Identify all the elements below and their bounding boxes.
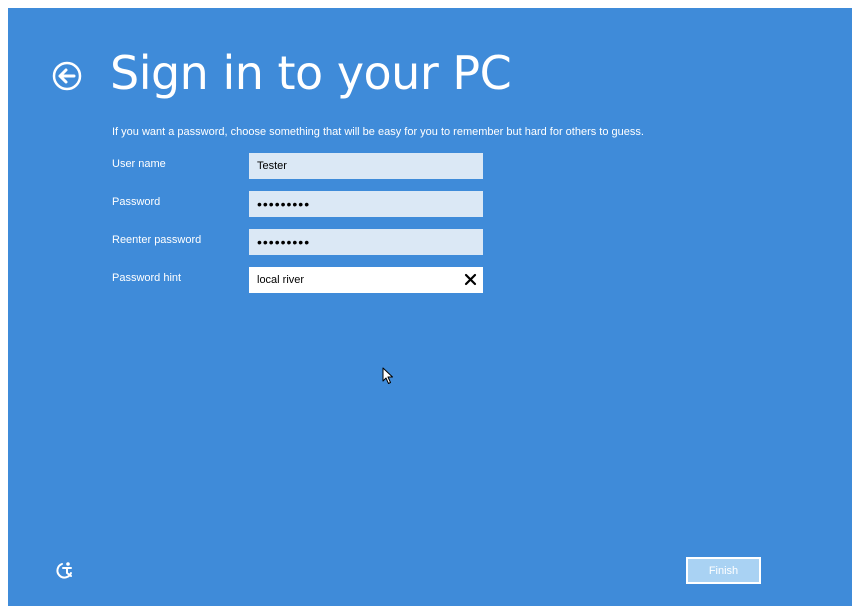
close-icon	[464, 273, 477, 286]
instruction-text: If you want a password, choose something…	[112, 126, 644, 138]
clear-button[interactable]	[460, 267, 482, 293]
password-field[interactable]: •••••••••	[249, 191, 483, 217]
setup-screen: Sign in to your PC If you want a passwor…	[8, 8, 852, 606]
password-hint-label: Password hint	[112, 272, 182, 284]
back-arrow-icon	[52, 61, 82, 91]
reenter-password-label: Reenter password	[112, 234, 202, 246]
ease-of-access-icon	[56, 562, 72, 579]
back-button[interactable]	[51, 60, 83, 92]
page-title: Sign in to your PC	[110, 46, 512, 100]
reenter-password-field[interactable]: •••••••••	[249, 229, 483, 255]
username-field[interactable]: Tester	[249, 153, 483, 179]
username-label: User name	[112, 158, 166, 170]
ease-of-access-button[interactable]	[54, 560, 76, 582]
mouse-pointer-icon	[382, 367, 394, 385]
finish-button[interactable]: Finish	[686, 557, 761, 584]
password-hint-field[interactable]: local river	[249, 267, 483, 293]
password-label: Password	[112, 196, 161, 208]
